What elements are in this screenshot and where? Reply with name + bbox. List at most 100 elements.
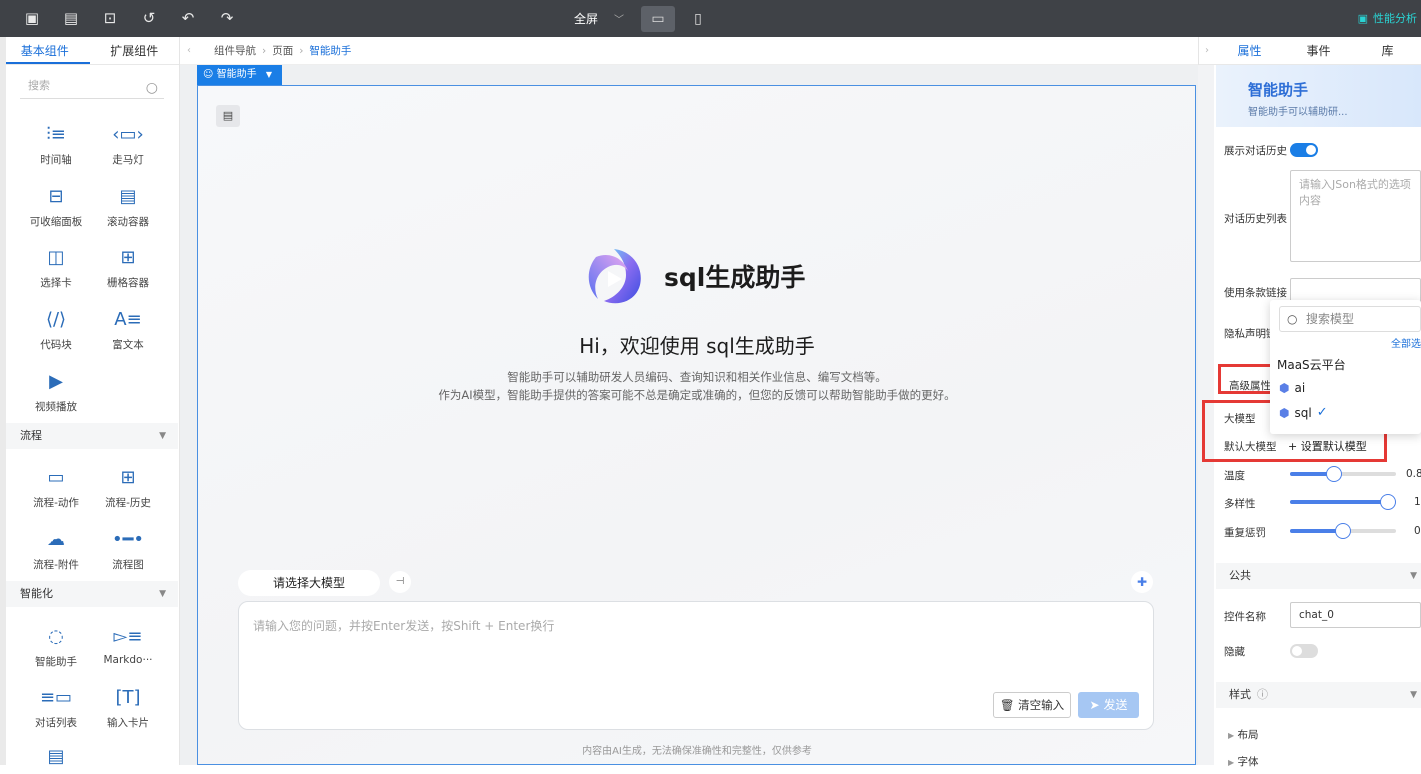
- component-label: 栅格容器: [107, 277, 149, 289]
- select-all-link[interactable]: 全部选: [1391, 335, 1421, 350]
- input-card-icon: [T]: [115, 687, 141, 708]
- component-grid-container[interactable]: ⊞ 栅格容器: [92, 245, 164, 290]
- chat-assistant-icon: ◌: [48, 626, 64, 647]
- show-history-toggle[interactable]: [1290, 143, 1318, 157]
- section-ai[interactable]: 智能化 ▼: [6, 581, 178, 607]
- penalty-slider[interactable]: [1290, 523, 1396, 539]
- component-tabs: 基本组件 扩展组件: [0, 37, 179, 65]
- component-flow-attachment[interactable]: ☁ 流程-附件: [20, 527, 92, 572]
- component-carousel[interactable]: ‹▭› 走马灯: [92, 122, 164, 167]
- temperature-slider[interactable]: [1290, 466, 1396, 482]
- caret-down-icon: ▼: [1410, 571, 1417, 581]
- component-tabs[interactable]: ◫ 选择卡: [20, 245, 92, 290]
- diversity-slider[interactable]: [1290, 494, 1396, 510]
- new-chat-icon[interactable]: ✚: [1131, 571, 1153, 593]
- hidden-label: 隐藏: [1224, 646, 1245, 658]
- tab-basic-components[interactable]: 基本组件: [0, 37, 90, 64]
- sidebar-toggle-icon[interactable]: ▤: [216, 105, 240, 127]
- component-label: 可收缩面板: [29, 216, 83, 228]
- history-list-textarea[interactable]: 请输入JSon格式的选项内容: [1290, 170, 1421, 262]
- history-icon[interactable]: ↺: [139, 8, 159, 28]
- control-name-input[interactable]: chat_0: [1290, 602, 1421, 628]
- collapse-right-icon[interactable]: ›: [1199, 37, 1215, 64]
- perf-label: 性能分析: [1373, 12, 1417, 25]
- input-placeholder: 请输入您的问题，并按Enter发送，按Shift + Enter换行: [253, 619, 555, 633]
- show-history-label: 展示对话历史: [1224, 145, 1287, 157]
- model-select-button[interactable]: 请选择大模型: [238, 570, 380, 596]
- model-option-label: ai: [1294, 381, 1306, 395]
- save-icon[interactable]: ▣: [22, 8, 42, 28]
- component-collapse-panel[interactable]: ⊟ 可收缩面板: [20, 184, 92, 229]
- caret-down-icon: ▼: [159, 589, 166, 599]
- component-markdown[interactable]: ▻≡ Markdo···: [92, 624, 164, 666]
- breadcrumb-item[interactable]: 页面: [272, 43, 293, 58]
- component-flow-history[interactable]: ⊞ 流程-历史: [92, 465, 164, 510]
- perf-analysis-button[interactable]: ▣ 性能分析: [1358, 10, 1417, 26]
- scroll-container-icon: ▤: [119, 186, 137, 207]
- slider-thumb[interactable]: [1380, 494, 1396, 510]
- component-video[interactable]: ▶ 视频播放: [20, 369, 92, 414]
- model-option-sql[interactable]: ⬢ sql ✓: [1279, 405, 1328, 420]
- desktop-view-icon[interactable]: ▭: [641, 6, 675, 32]
- font-label: 字体: [1237, 756, 1259, 768]
- model-option-ai[interactable]: ⬢ ai: [1279, 381, 1305, 395]
- collapse-left-icon[interactable]: ‹: [180, 45, 198, 56]
- component-chat-assistant[interactable]: ◌ 智能助手: [20, 624, 92, 669]
- breadcrumb-current: 智能助手: [309, 45, 352, 57]
- component-label: 流程图: [112, 559, 144, 571]
- model-search-placeholder: 搜索模型: [1306, 312, 1355, 326]
- tab-properties[interactable]: 属性: [1215, 37, 1284, 64]
- component-rich-text[interactable]: A≡ 富文本: [92, 307, 164, 352]
- slider-thumb[interactable]: [1326, 466, 1342, 482]
- model-search-input[interactable]: ○ 搜索模型: [1279, 306, 1421, 332]
- tab-extended-components[interactable]: 扩展组件: [90, 37, 180, 64]
- collapse-panel-icon: ⊟: [48, 186, 64, 207]
- tab-events[interactable]: 事件: [1284, 37, 1353, 64]
- slider-thumb[interactable]: [1335, 523, 1351, 539]
- clear-input-button[interactable]: 🗑 清空输入: [993, 692, 1071, 718]
- section-public[interactable]: 公共 ▼: [1216, 563, 1421, 589]
- section-style[interactable]: 样式 ⓘ ▼: [1216, 682, 1421, 708]
- component-more[interactable]: ▤: [20, 744, 92, 774]
- component-search-input[interactable]: 搜索 ○: [20, 73, 164, 99]
- caret-right-icon: ▶: [1228, 758, 1235, 767]
- component-code-block[interactable]: ⟨/⟩ 代码块: [20, 307, 92, 352]
- component-chat-list[interactable]: ≡▭ 对话列表: [20, 685, 92, 730]
- privacy-link-label: 隐私声明链: [1224, 328, 1277, 340]
- component-label: 智能助手: [35, 656, 77, 668]
- tab-library[interactable]: 库: [1353, 37, 1421, 64]
- fullscreen-select[interactable]: 全屏 ﹀: [574, 0, 624, 37]
- pin-icon[interactable]: ⊣: [389, 571, 411, 593]
- component-timeline[interactable]: ⫶≡ 时间轴: [20, 122, 92, 167]
- breadcrumb-item[interactable]: 组件导航: [214, 43, 256, 58]
- model-group-label: MaaS云平台: [1277, 358, 1346, 372]
- preview-icon[interactable]: ⊡: [100, 8, 120, 28]
- search-icon: ○: [145, 80, 158, 96]
- hidden-toggle[interactable]: [1290, 644, 1318, 658]
- style-font-item[interactable]: ▶ 字体: [1228, 754, 1259, 769]
- send-button[interactable]: ➤ 发送: [1078, 692, 1139, 718]
- style-layout-item[interactable]: ▶ 布局: [1228, 727, 1259, 742]
- redo-icon[interactable]: ↷: [217, 8, 237, 28]
- highlight-box-advanced: [1218, 364, 1273, 394]
- component-scroll-container[interactable]: ▤ 滚动容器: [92, 184, 164, 229]
- description-line: 智能助手可以辅助研发人员编码、查询知识和相关作业信息、编写文档等。: [507, 370, 887, 384]
- save-as-icon[interactable]: ▤: [61, 8, 81, 28]
- model-dropdown: ○ 搜索模型 全部选 MaaS云平台 ⬢ ai ⬢ sql ✓: [1270, 300, 1421, 434]
- grid-container-icon: ⊞: [120, 247, 136, 268]
- caret-down-icon: ▼: [159, 431, 166, 441]
- selected-component-tag[interactable]: ☺ 智能助手 ▼: [197, 65, 282, 85]
- component-input-card[interactable]: [T] 输入卡片: [92, 685, 164, 730]
- greeting: Hi，欢迎使用 sql生成助手: [579, 334, 815, 358]
- layout-label: 布局: [1237, 729, 1259, 741]
- component-flow-action[interactable]: ▭ 流程-动作: [20, 465, 92, 510]
- component-label: 走马灯: [112, 154, 144, 166]
- component-label: 时间轴: [40, 154, 72, 166]
- component-flowchart[interactable]: •━• 流程图: [92, 527, 164, 572]
- section-flow[interactable]: 流程 ▼: [6, 423, 178, 449]
- undo-icon[interactable]: ↶: [178, 8, 198, 28]
- banner-subtitle: 智能助手可以辅助研...: [1248, 107, 1348, 118]
- ai-disclaimer: 内容由AI生成，无法确保准确性和完整性，仅供参考: [582, 746, 812, 757]
- section-label: 公共: [1229, 569, 1251, 582]
- mobile-view-icon[interactable]: ▯: [681, 6, 715, 32]
